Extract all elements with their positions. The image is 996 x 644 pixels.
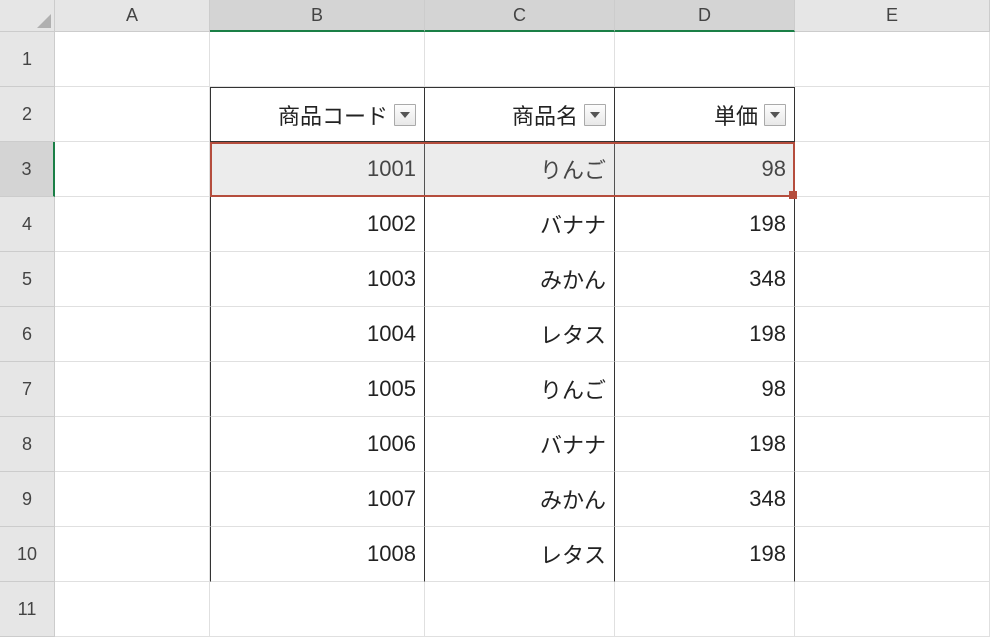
row-header-2[interactable]: 2 <box>0 87 55 142</box>
cell-d1[interactable] <box>615 32 795 87</box>
cell-d4[interactable]: 198 <box>615 197 795 252</box>
cell-a5[interactable] <box>55 252 210 307</box>
filter-button-name[interactable] <box>584 104 606 126</box>
cell-a8[interactable] <box>55 417 210 472</box>
row-header-7[interactable]: 7 <box>0 362 55 417</box>
col-header-c[interactable]: C <box>425 0 615 32</box>
row-header-10[interactable]: 10 <box>0 527 55 582</box>
cell-c1[interactable] <box>425 32 615 87</box>
cell-c11[interactable] <box>425 582 615 637</box>
header-code-label: 商品コード <box>219 99 388 131</box>
chevron-down-icon <box>400 112 410 118</box>
cell-a10[interactable] <box>55 527 210 582</box>
cell-c3[interactable]: りんご <box>425 142 615 197</box>
cell-c7[interactable]: りんご <box>425 362 615 417</box>
cell-a9[interactable] <box>55 472 210 527</box>
col-header-a[interactable]: A <box>55 0 210 32</box>
filter-button-code[interactable] <box>394 104 416 126</box>
cell-e3[interactable] <box>795 142 990 197</box>
cell-e2[interactable] <box>795 87 990 142</box>
row-header-9[interactable]: 9 <box>0 472 55 527</box>
cell-d9[interactable]: 348 <box>615 472 795 527</box>
cell-e4[interactable] <box>795 197 990 252</box>
cell-e8[interactable] <box>795 417 990 472</box>
cell-b4[interactable]: 1002 <box>210 197 425 252</box>
cell-b9[interactable]: 1007 <box>210 472 425 527</box>
cell-d7[interactable]: 98 <box>615 362 795 417</box>
cell-c8[interactable]: バナナ <box>425 417 615 472</box>
cell-d10[interactable]: 198 <box>615 527 795 582</box>
cell-b5[interactable]: 1003 <box>210 252 425 307</box>
cell-a1[interactable] <box>55 32 210 87</box>
cell-b8[interactable]: 1006 <box>210 417 425 472</box>
cell-d11[interactable] <box>615 582 795 637</box>
cell-e9[interactable] <box>795 472 990 527</box>
cell-d8[interactable]: 198 <box>615 417 795 472</box>
row-header-8[interactable]: 8 <box>0 417 55 472</box>
cell-c2-header[interactable]: 商品名 <box>425 87 615 142</box>
cell-e10[interactable] <box>795 527 990 582</box>
cell-d6[interactable]: 198 <box>615 307 795 362</box>
row-header-4[interactable]: 4 <box>0 197 55 252</box>
cell-d2-header[interactable]: 単価 <box>615 87 795 142</box>
cell-c5[interactable]: みかん <box>425 252 615 307</box>
row-header-5[interactable]: 5 <box>0 252 55 307</box>
col-header-e[interactable]: E <box>795 0 990 32</box>
row-header-6[interactable]: 6 <box>0 307 55 362</box>
chevron-down-icon <box>590 112 600 118</box>
cell-e11[interactable] <box>795 582 990 637</box>
cell-b7[interactable]: 1005 <box>210 362 425 417</box>
filter-button-price[interactable] <box>764 104 786 126</box>
cell-a4[interactable] <box>55 197 210 252</box>
select-all-corner[interactable] <box>0 0 55 32</box>
cell-e6[interactable] <box>795 307 990 362</box>
cell-a3[interactable] <box>55 142 210 197</box>
cell-e7[interactable] <box>795 362 990 417</box>
cell-c6[interactable]: レタス <box>425 307 615 362</box>
cell-d3[interactable]: 98 <box>615 142 795 197</box>
cell-b3[interactable]: 1001 <box>210 142 425 197</box>
row-header-3[interactable]: 3 <box>0 142 55 197</box>
header-name-label: 商品名 <box>433 99 578 131</box>
chevron-down-icon <box>770 112 780 118</box>
cell-b10[interactable]: 1008 <box>210 527 425 582</box>
cell-d5[interactable]: 348 <box>615 252 795 307</box>
header-price-label: 単価 <box>623 99 758 131</box>
cell-b2-header[interactable]: 商品コード <box>210 87 425 142</box>
col-header-d[interactable]: D <box>615 0 795 32</box>
cell-a7[interactable] <box>55 362 210 417</box>
cell-c10[interactable]: レタス <box>425 527 615 582</box>
col-header-b[interactable]: B <box>210 0 425 32</box>
cell-e1[interactable] <box>795 32 990 87</box>
row-header-11[interactable]: 11 <box>0 582 55 637</box>
cell-b1[interactable] <box>210 32 425 87</box>
cell-a11[interactable] <box>55 582 210 637</box>
cell-b6[interactable]: 1004 <box>210 307 425 362</box>
cell-e5[interactable] <box>795 252 990 307</box>
cell-c9[interactable]: みかん <box>425 472 615 527</box>
cell-b11[interactable] <box>210 582 425 637</box>
cell-c4[interactable]: バナナ <box>425 197 615 252</box>
row-header-1[interactable]: 1 <box>0 32 55 87</box>
cell-a6[interactable] <box>55 307 210 362</box>
cell-a2[interactable] <box>55 87 210 142</box>
